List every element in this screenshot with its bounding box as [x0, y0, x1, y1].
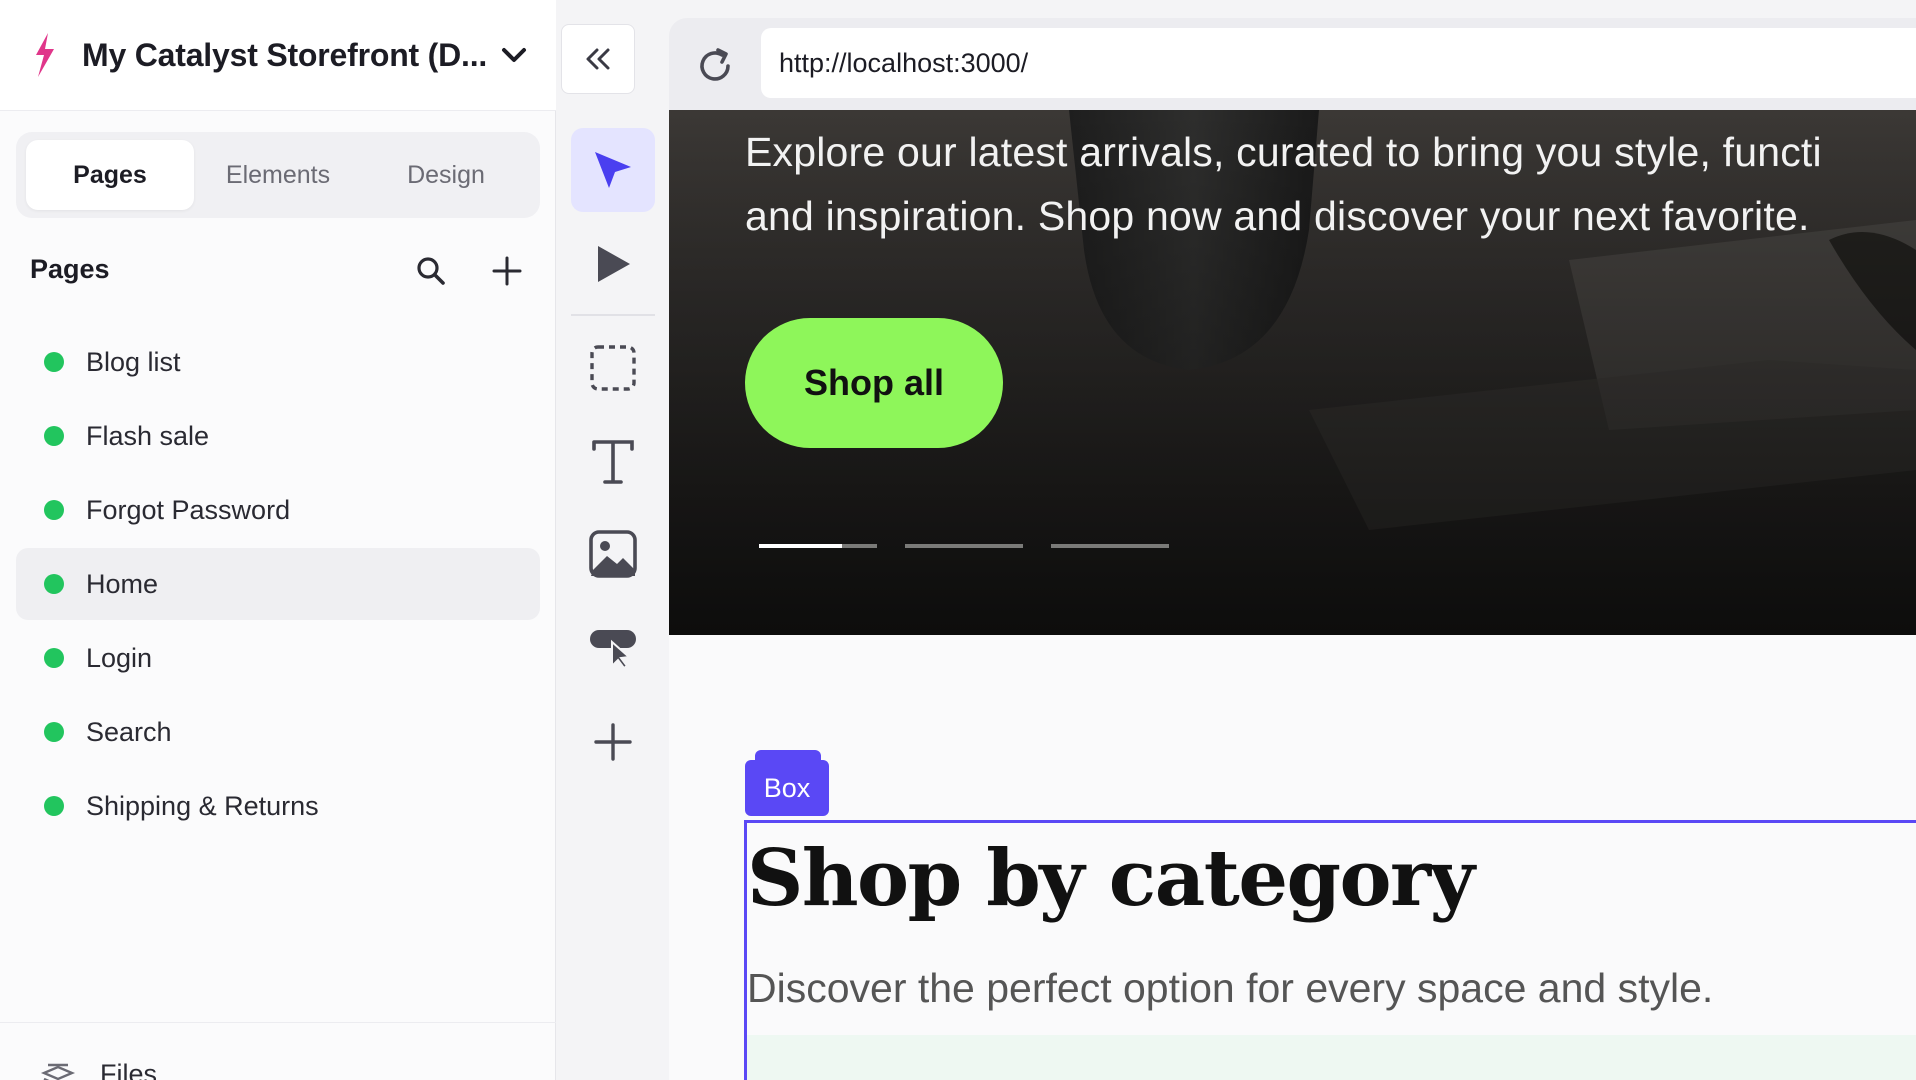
page-label: Flash sale	[86, 420, 210, 451]
section-title: Shop by category	[747, 833, 1475, 924]
status-dot	[44, 796, 64, 816]
page-label: Blog list	[86, 346, 181, 377]
shop-all-button[interactable]: Shop all	[745, 318, 1003, 448]
sidebar-tabs: Pages Elements Design	[16, 132, 540, 218]
page-label: Search	[86, 716, 172, 747]
page-item-search[interactable]: Search	[16, 696, 540, 768]
slide-indicator-3[interactable]	[1051, 544, 1169, 548]
page-item-forgot-password[interactable]: Forgot Password	[16, 474, 540, 546]
status-dot	[44, 426, 64, 446]
status-dot	[44, 574, 64, 594]
page-item-flash-sale[interactable]: Flash sale	[16, 400, 540, 472]
page-label: Forgot Password	[86, 494, 291, 525]
pages-title: Pages	[30, 254, 110, 284]
status-dot	[44, 648, 64, 668]
image-tool-button[interactable]	[571, 512, 655, 596]
section-subtitle: Discover the perfect option for every sp…	[747, 965, 1714, 1011]
canvas-area: http://localhost:3000/ Explore our lates…	[669, 0, 1916, 1080]
toolbar-divider	[571, 314, 655, 316]
page-label: Home	[86, 568, 159, 599]
box-selection-tag[interactable]: Box	[745, 760, 829, 816]
add-page-icon[interactable]	[490, 254, 524, 288]
page-label: Shipping & Returns	[86, 790, 319, 821]
project-header[interactable]: My Catalyst Storefront (D...	[0, 0, 556, 111]
page-item-shipping-returns[interactable]: Shipping & Returns	[16, 770, 540, 842]
page-item-home[interactable]: Home	[16, 548, 540, 620]
hero-text: Explore our latest arrivals, curated to …	[745, 129, 1822, 239]
tab-pages[interactable]: Pages	[26, 140, 194, 210]
slide-indicator-fill	[759, 544, 842, 548]
hero-banner[interactable]: Explore our latest arrivals, curated to …	[669, 110, 1916, 635]
tool-strip	[557, 0, 669, 1080]
status-dot	[44, 352, 64, 372]
image-icon	[589, 530, 637, 578]
search-icon[interactable]	[414, 254, 448, 288]
files-label: Files	[100, 1059, 158, 1080]
tab-design[interactable]: Design	[362, 140, 530, 210]
select-cursor-icon	[595, 152, 631, 188]
preview-play-icon	[598, 246, 630, 282]
chevron-down-icon[interactable]	[498, 44, 530, 68]
slide-indicator-2[interactable]	[905, 544, 1023, 548]
page-item-login[interactable]: Login	[16, 622, 540, 694]
page-item-blog-list[interactable]: Blog list	[16, 326, 540, 398]
left-sidebar: My Catalyst Storefront (D... Pages Eleme…	[0, 0, 556, 1080]
browser-bar: http://localhost:3000/	[669, 18, 1916, 110]
add-icon	[594, 723, 632, 761]
category-grid-placeholder	[747, 1035, 1916, 1080]
text-icon	[592, 440, 634, 484]
page-list: Blog list Flash sale Forgot Password Hom…	[16, 326, 540, 844]
box-tool-button[interactable]	[571, 326, 655, 410]
slide-indicator-1[interactable]	[759, 544, 877, 548]
sidebar-footer[interactable]: Files	[0, 1022, 556, 1080]
component-icon	[590, 630, 636, 670]
collapse-sidebar-button[interactable]	[561, 24, 635, 94]
reload-icon[interactable]	[695, 46, 735, 86]
text-tool-button[interactable]	[571, 420, 655, 504]
pages-header: Pages	[30, 250, 530, 290]
page-label: Login	[86, 642, 153, 673]
tab-elements[interactable]: Elements	[194, 140, 362, 210]
add-element-button[interactable]	[571, 700, 655, 784]
url-field[interactable]: http://localhost:3000/	[761, 28, 1916, 98]
site-preview[interactable]: Explore our latest arrivals, curated to …	[669, 110, 1916, 1080]
box-select-icon	[590, 345, 636, 391]
double-chevron-left-icon	[586, 48, 610, 70]
select-tool-button[interactable]	[571, 128, 655, 212]
lightning-logo-icon	[36, 33, 54, 77]
builder-app: My Catalyst Storefront (D... Pages Eleme…	[0, 0, 1916, 1080]
preview-tool-button[interactable]	[571, 222, 655, 306]
status-dot	[44, 500, 64, 520]
files-stack-icon	[40, 1063, 76, 1080]
status-dot	[44, 722, 64, 742]
project-name: My Catalyst Storefront (D...	[82, 36, 488, 73]
component-tool-button[interactable]	[571, 606, 655, 690]
category-section[interactable]: Box Shop by category Discover the perfec…	[669, 635, 1916, 1080]
